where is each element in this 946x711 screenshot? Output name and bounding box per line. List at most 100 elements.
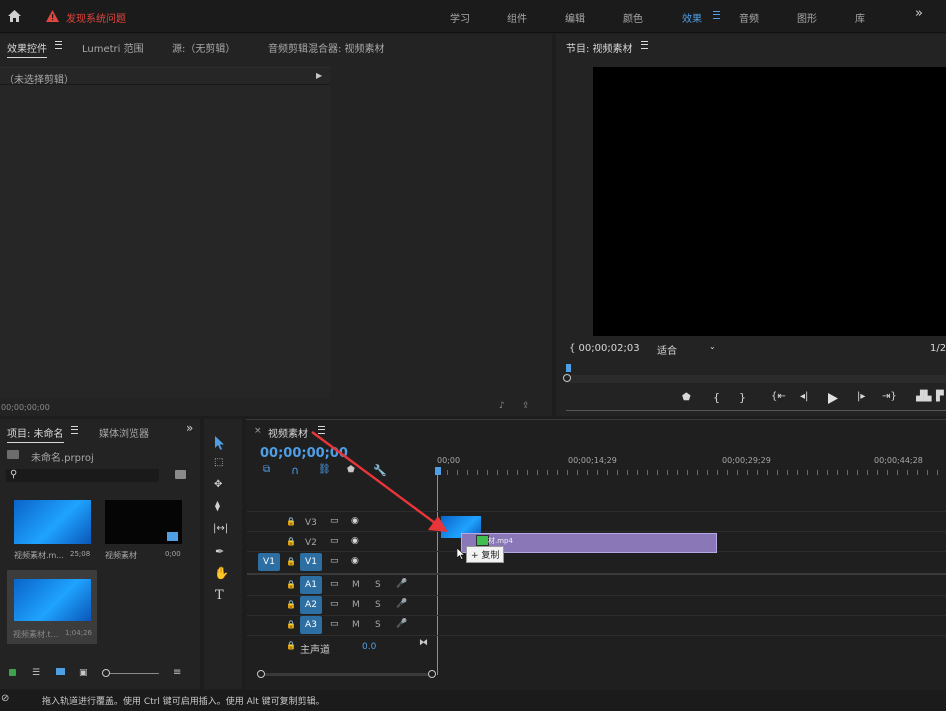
warning-icon[interactable] — [46, 10, 59, 22]
scrollbar-right-handle[interactable] — [428, 670, 436, 678]
workspace-tab-color[interactable]: 颜色 — [623, 10, 643, 25]
icon-view-icon[interactable] — [56, 668, 65, 675]
lift-icon[interactable]: ▟▙ — [916, 391, 931, 402]
program-scrubber[interactable] — [563, 364, 946, 386]
project-search-input[interactable]: ⚲ — [6, 469, 159, 482]
track-output-icon[interactable]: ▭ — [330, 599, 339, 609]
tab-source[interactable]: 源:（无剪辑） — [172, 40, 235, 55]
solo-button[interactable]: S — [375, 620, 381, 630]
scrubber-start-handle[interactable] — [563, 374, 571, 382]
track-target-a2[interactable]: A2 — [300, 596, 322, 614]
list-view-icon[interactable]: ☰ — [32, 668, 40, 678]
type-tool-icon[interactable]: T — [215, 588, 224, 603]
ripple-edit-tool-icon[interactable]: ✥ — [214, 479, 222, 490]
hand-tool-icon[interactable]: ✋ — [214, 566, 229, 580]
resolution-dropdown[interactable]: 1/2 — [930, 343, 946, 354]
nest-icon[interactable]: ⧉ — [263, 464, 270, 475]
add-marker-icon[interactable]: ⬟ — [682, 392, 691, 403]
voiceover-icon[interactable]: 🎤 — [396, 579, 407, 589]
time-ruler[interactable]: 00;00 00;00;14;29 00;00;29;29 00;00;44;2… — [437, 452, 946, 476]
scrubber-playhead-icon[interactable] — [566, 364, 571, 372]
track-lock-icon[interactable]: 🔒 — [286, 537, 296, 546]
track-lock-icon[interactable]: 🔒 — [286, 620, 296, 629]
workspace-tab-editing[interactable]: 编辑 — [565, 10, 585, 25]
track-target-a1[interactable]: A1 — [300, 576, 322, 594]
tab-audio-clip-mixer[interactable]: 音频剪辑混合器: 视频素材 — [268, 40, 385, 55]
track-output-icon[interactable]: ▭ — [330, 556, 339, 566]
program-video-display[interactable] — [593, 67, 946, 336]
tab-media-browser[interactable]: 媒体浏览器 — [99, 425, 149, 440]
mark-out-icon[interactable]: } — [739, 391, 746, 404]
fit-dropdown[interactable]: 适合 ⌄ — [657, 342, 717, 357]
track-target-v1[interactable]: V1 — [300, 553, 322, 571]
panel-more-icon[interactable]: » — [186, 421, 193, 435]
zoom-slider[interactable] — [102, 669, 159, 677]
tab-effect-controls-menu-icon[interactable] — [50, 40, 62, 51]
workspace-tab-audio[interactable]: 音频 — [739, 10, 759, 25]
track-lock-icon[interactable]: 🔒 — [286, 557, 296, 566]
go-to-in-icon[interactable]: {⇤ — [771, 391, 786, 402]
voiceover-icon[interactable]: 🎤 — [396, 619, 407, 629]
extract-icon[interactable]: ▛ — [936, 391, 944, 402]
track-select-tool-icon[interactable]: ⬚ — [214, 457, 223, 468]
timeline-scrollbar[interactable] — [257, 670, 437, 678]
workspace-tab-effects[interactable]: 效果 — [682, 10, 702, 25]
voiceover-icon[interactable]: 🎤 — [396, 599, 407, 609]
clip-export-icon[interactable]: ⇪ — [522, 401, 530, 411]
workspace-tab-learn[interactable]: 学习 — [450, 10, 470, 25]
track-lock-icon[interactable]: 🔒 — [286, 641, 296, 650]
master-volume-value[interactable]: 0.0 — [362, 642, 376, 652]
media-item[interactable]: 视频素材.m... 25;08 — [14, 500, 91, 560]
workspace-tab-libraries[interactable]: 库 — [855, 10, 865, 25]
export-frame-icon[interactable]: ♪ — [499, 401, 505, 411]
playhead-timecode[interactable]: { 00;00;02;03 — [569, 343, 640, 354]
eye-icon[interactable]: ◉ — [351, 556, 359, 566]
media-item[interactable]: 视频素材 0;00 — [105, 500, 182, 560]
workspace-tab-assembly[interactable]: 组件 — [507, 10, 527, 25]
media-item-selected[interactable]: 视频素材.t... 1;04;26 — [7, 570, 97, 644]
razor-tool-icon[interactable]: ⧫ — [215, 501, 220, 512]
go-to-out-icon[interactable]: ⇥} — [882, 391, 897, 402]
program-monitor-menu-icon[interactable] — [636, 40, 648, 51]
tab-lumetri-scopes[interactable]: Lumetri 范围 — [82, 40, 144, 55]
mute-button[interactable]: M — [352, 600, 360, 610]
playhead-timecode-value[interactable]: 00;00;02;03 — [579, 343, 640, 354]
track-output-icon[interactable]: ▭ — [330, 619, 339, 629]
more-workspaces-icon[interactable]: » — [915, 6, 923, 21]
freeform-view-icon[interactable]: ▣ — [79, 668, 88, 678]
track-output-icon[interactable]: ▭ — [330, 579, 339, 589]
tab-effect-controls[interactable]: 效果控件 — [7, 40, 47, 58]
track-target-a3[interactable]: A3 — [300, 616, 322, 634]
step-back-icon[interactable]: ◂| — [800, 391, 808, 402]
go-to-end-icon[interactable]: ⧓ — [419, 638, 428, 648]
scrollbar-left-handle[interactable] — [257, 670, 265, 678]
slip-tool-icon[interactable]: |↔| — [213, 523, 228, 534]
program-monitor-title[interactable]: 节目: 视频素材 — [566, 40, 633, 55]
workspace-menu-icon[interactable] — [708, 10, 720, 21]
sort-icon[interactable]: ≡ — [173, 667, 181, 678]
expand-arrow-icon[interactable]: ▶ — [316, 71, 322, 80]
tab-project-menu-icon[interactable] — [66, 425, 78, 436]
zoom-slider-handle[interactable] — [102, 669, 110, 677]
track-lock-icon[interactable]: 🔒 — [286, 580, 296, 589]
new-bin-icon[interactable] — [175, 470, 186, 479]
mute-button[interactable]: M — [352, 580, 360, 590]
solo-button[interactable]: S — [375, 600, 381, 610]
selection-tool-icon[interactable] — [215, 436, 226, 450]
track-lock-icon[interactable]: 🔒 — [286, 517, 296, 526]
tab-project[interactable]: 项目: 未命名 — [7, 425, 64, 443]
snap-icon[interactable]: ∩ — [291, 464, 299, 477]
system-alert-link[interactable]: 发现系统问题 — [66, 10, 126, 25]
home-icon[interactable] — [7, 9, 22, 23]
track-lock-icon[interactable]: 🔒 — [286, 600, 296, 609]
step-forward-icon[interactable]: |▸ — [857, 391, 865, 402]
mark-in-icon[interactable]: { — [713, 391, 720, 404]
pen-tool-icon[interactable]: ✒ — [215, 545, 224, 558]
mute-button[interactable]: M — [352, 620, 360, 630]
lock-icon[interactable] — [9, 669, 16, 676]
workspace-tab-graphics[interactable]: 图形 — [797, 10, 817, 25]
play-icon[interactable] — [828, 393, 838, 404]
source-patch-v1[interactable]: V1 — [258, 553, 280, 571]
timeline-close-icon[interactable]: × — [254, 426, 262, 436]
effect-controls-timecode[interactable]: 00;00;00;00 — [1, 403, 50, 412]
